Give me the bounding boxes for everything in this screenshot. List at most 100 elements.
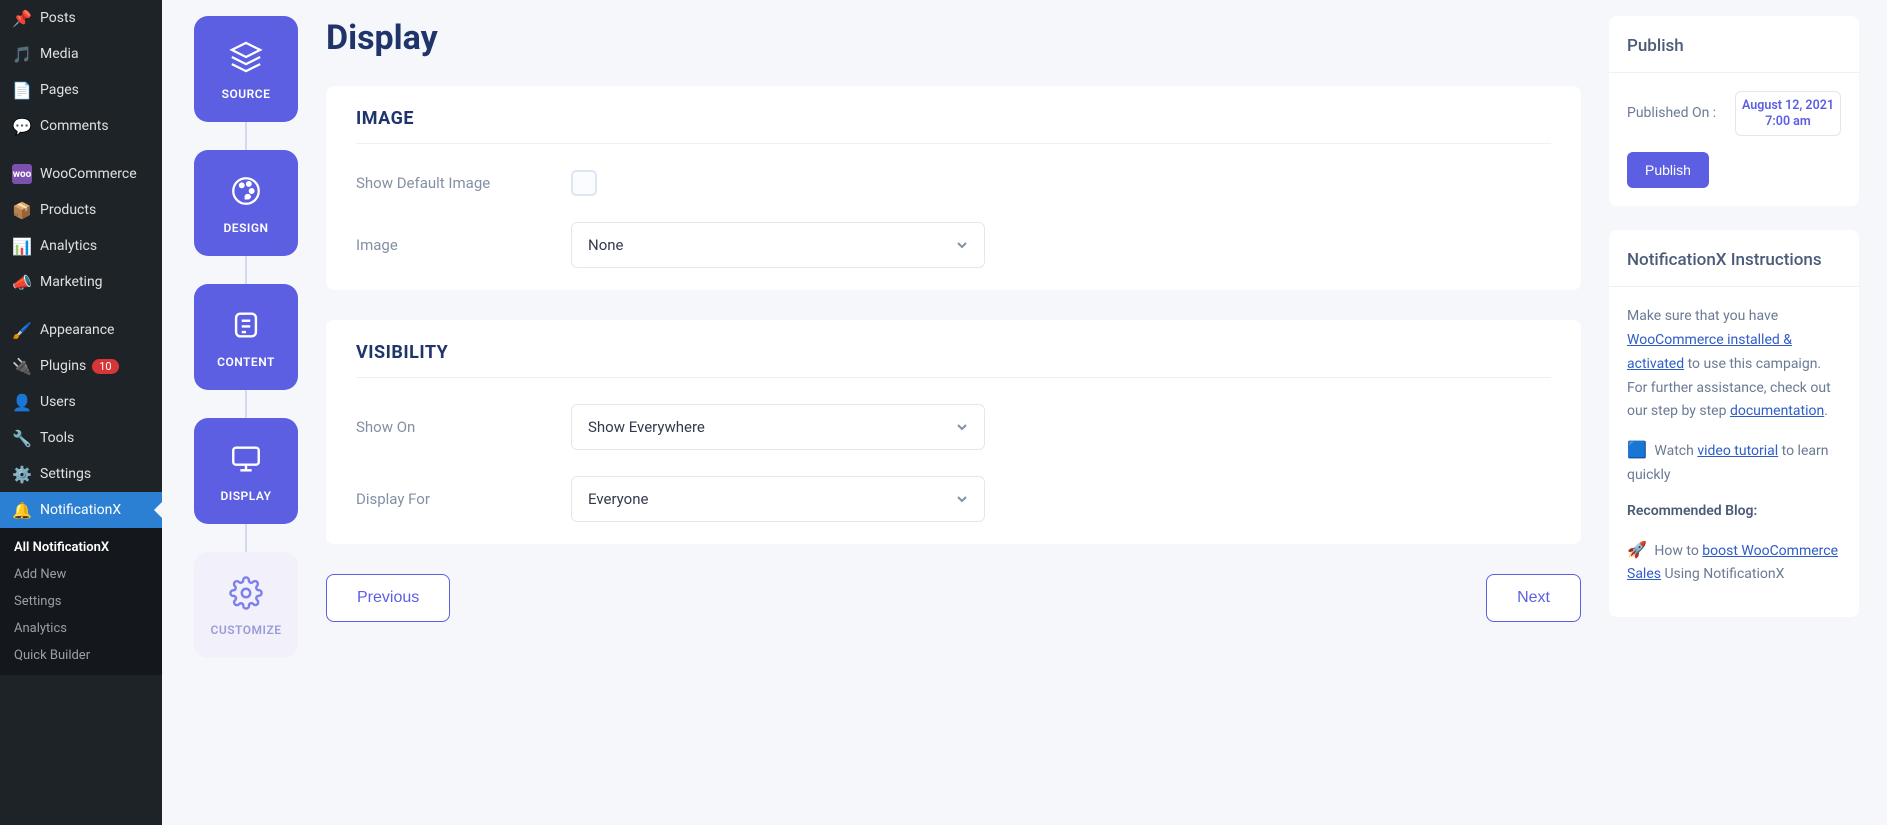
sidebar-item-posts[interactable]: 📌 Posts [0, 0, 162, 36]
sidebar-item-notificationx[interactable]: 🔔 NotificationX [0, 492, 162, 528]
submenu-settings[interactable]: Settings [0, 588, 162, 615]
step-connector [245, 256, 247, 284]
document-icon [226, 305, 266, 345]
display-for-value: Everyone [588, 490, 648, 508]
previous-button[interactable]: Previous [326, 574, 450, 622]
sidebar-item-label: Settings [40, 466, 91, 482]
layers-icon [226, 37, 266, 77]
publish-card-title: Publish [1609, 16, 1859, 73]
sidebar-item-analytics[interactable]: 📊 Analytics [0, 228, 162, 264]
submenu-all-notificationx[interactable]: All NotificationX [0, 534, 162, 561]
pages-icon: 📄 [12, 80, 32, 100]
next-button[interactable]: Next [1486, 574, 1581, 622]
sidebar-item-label: WooCommerce [40, 166, 137, 182]
sidebar-item-woocommerce[interactable]: woo WooCommerce [0, 156, 162, 192]
right-column: Publish Published On : August 12, 2021 7… [1609, 0, 1859, 825]
video-box-icon: 🟦 [1627, 440, 1647, 459]
show-on-label: Show On [356, 418, 571, 436]
main-content: Display IMAGE Show Default Image Image N… [326, 0, 1581, 825]
show-default-image-checkbox[interactable] [571, 170, 597, 196]
sidebar-item-label: Posts [40, 10, 76, 26]
image-field-label: Image [356, 236, 571, 254]
sidebar-item-users[interactable]: 👤 Users [0, 384, 162, 420]
show-default-image-label: Show Default Image [356, 174, 571, 192]
comments-icon: 💬 [12, 116, 32, 136]
stepper: SOURCE DESIGN CONTENT DISPLAY [194, 0, 298, 825]
step-label: SOURCE [222, 87, 271, 101]
sidebar-item-label: Products [40, 202, 96, 218]
submenu-add-new[interactable]: Add New [0, 561, 162, 588]
sidebar-item-pages[interactable]: 📄 Pages [0, 72, 162, 108]
step-customize[interactable]: CUSTOMIZE [194, 552, 298, 658]
sidebar-item-tools[interactable]: 🔧 Tools [0, 420, 162, 456]
plugins-badge: 10 [92, 359, 118, 374]
image-section-title: IMAGE [356, 108, 1551, 144]
sidebar-item-label: Users [40, 394, 76, 410]
instructions-paragraph-2: 🟦 Watch video tutorial to learn quickly [1627, 436, 1841, 488]
settings-icon: ⚙️ [12, 464, 32, 484]
chevron-down-icon [956, 421, 968, 433]
media-icon: 🎵 [12, 44, 32, 64]
marketing-icon: 📣 [12, 272, 32, 292]
sidebar-item-label: NotificationX [40, 502, 121, 518]
step-display[interactable]: DISPLAY [194, 418, 298, 524]
published-time: 7:00 am [1742, 114, 1834, 130]
notificationx-icon: 🔔 [12, 500, 32, 520]
submenu-quick-builder[interactable]: Quick Builder [0, 642, 162, 669]
step-content[interactable]: CONTENT [194, 284, 298, 390]
publish-button[interactable]: Publish [1627, 152, 1709, 188]
users-icon: 👤 [12, 392, 32, 412]
instructions-text: . [1824, 403, 1828, 419]
monitor-icon [226, 439, 266, 479]
recommended-blog-title: Recommended Blog: [1627, 500, 1841, 524]
published-date-badge: August 12, 2021 7:00 am [1735, 91, 1841, 136]
pin-icon: 📌 [12, 8, 32, 28]
published-date: August 12, 2021 [1742, 98, 1834, 114]
analytics-icon: 📊 [12, 236, 32, 256]
step-source[interactable]: SOURCE [194, 16, 298, 122]
step-label: CUSTOMIZE [210, 623, 281, 637]
link-documentation[interactable]: documentation [1730, 403, 1824, 419]
plugins-icon: 🔌 [12, 356, 32, 376]
sidebar-item-label: Appearance [40, 322, 114, 338]
sidebar-item-plugins[interactable]: 🔌 Plugins 10 [0, 348, 162, 384]
sidebar-item-label: Plugins [40, 358, 86, 374]
sidebar-item-label: Comments [40, 118, 109, 134]
instructions-text: Make sure that you have [1627, 308, 1778, 324]
sidebar-item-appearance[interactable]: 🖌️ Appearance [0, 312, 162, 348]
step-design[interactable]: DESIGN [194, 150, 298, 256]
instructions-text: How to [1654, 543, 1702, 559]
wp-admin-sidebar: 📌 Posts 🎵 Media 📄 Pages 💬 Comments woo W… [0, 0, 162, 825]
instructions-text: Watch [1654, 443, 1697, 459]
woocommerce-icon: woo [12, 164, 32, 184]
sidebar-item-marketing[interactable]: 📣 Marketing [0, 264, 162, 300]
sidebar-item-label: Analytics [40, 238, 97, 254]
notificationx-submenu: All NotificationX Add New Settings Analy… [0, 528, 162, 675]
sidebar-item-settings[interactable]: ⚙️ Settings [0, 456, 162, 492]
page-title: Display [326, 18, 1581, 58]
submenu-analytics[interactable]: Analytics [0, 615, 162, 642]
display-for-label: Display For [356, 490, 571, 508]
instructions-text: Using NotificationX [1661, 566, 1784, 582]
gear-icon [226, 573, 266, 613]
sidebar-item-comments[interactable]: 💬 Comments [0, 108, 162, 144]
sidebar-item-label: Tools [40, 430, 74, 446]
image-section: IMAGE Show Default Image Image None [326, 86, 1581, 290]
sidebar-item-products[interactable]: 📦 Products [0, 192, 162, 228]
visibility-section-title: VISIBILITY [356, 342, 1551, 378]
link-video-tutorial[interactable]: video tutorial [1697, 443, 1778, 459]
step-label: DISPLAY [220, 489, 271, 503]
instructions-paragraph-3: 🚀 How to boost WooCommerce Sales Using N… [1627, 536, 1841, 588]
display-for-select[interactable]: Everyone [571, 476, 985, 522]
palette-icon [226, 171, 266, 211]
image-select[interactable]: None [571, 222, 985, 268]
sidebar-item-label: Media [40, 46, 79, 62]
products-icon: 📦 [12, 200, 32, 220]
instructions-card: NotificationX Instructions Make sure tha… [1609, 230, 1859, 617]
publish-card: Publish Published On : August 12, 2021 7… [1609, 16, 1859, 206]
sidebar-item-label: Marketing [40, 274, 103, 290]
sidebar-item-media[interactable]: 🎵 Media [0, 36, 162, 72]
image-select-value: None [588, 236, 624, 254]
sidebar-item-label: Pages [40, 82, 79, 98]
show-on-select[interactable]: Show Everywhere [571, 404, 985, 450]
